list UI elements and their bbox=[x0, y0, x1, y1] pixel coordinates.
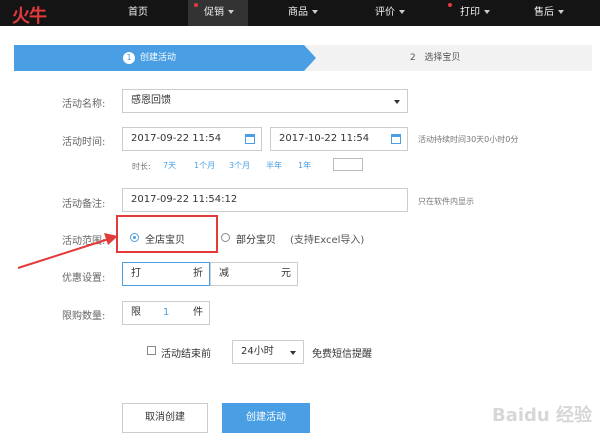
create-button[interactable]: 创建活动 bbox=[222, 403, 310, 433]
chevron-down-icon bbox=[290, 351, 296, 355]
discount-suffix: 折 bbox=[193, 268, 203, 279]
limit-suffix: 件 bbox=[193, 307, 203, 318]
reduce-input[interactable]: 减 元 bbox=[210, 262, 298, 286]
limit-prefix: 限 bbox=[131, 307, 141, 318]
limit-label: 限购数量: bbox=[62, 311, 106, 322]
cancel-button[interactable]: 取消创建 bbox=[122, 403, 208, 433]
remind-time-value: 24小时 bbox=[241, 346, 274, 357]
discount-prefix: 打 bbox=[131, 268, 141, 279]
discount-input[interactable]: 打 折 bbox=[122, 262, 210, 286]
discount-label: 优惠设置: bbox=[62, 273, 106, 284]
annotation-arrow bbox=[17, 233, 118, 269]
limit-value: 1 bbox=[163, 307, 170, 318]
reduce-prefix: 减 bbox=[219, 268, 229, 279]
remind-time-select[interactable]: 24小时 bbox=[232, 340, 304, 364]
limit-input[interactable]: 限 1 件 bbox=[122, 301, 210, 325]
remind-checkbox[interactable] bbox=[147, 346, 156, 355]
remind-checkbox-label: 活动结束前 bbox=[161, 349, 211, 360]
watermark-logo: Baidu 经验 bbox=[491, 405, 592, 426]
reduce-suffix: 元 bbox=[281, 268, 291, 279]
remind-suffix: 免费短信提醒 bbox=[312, 349, 372, 360]
